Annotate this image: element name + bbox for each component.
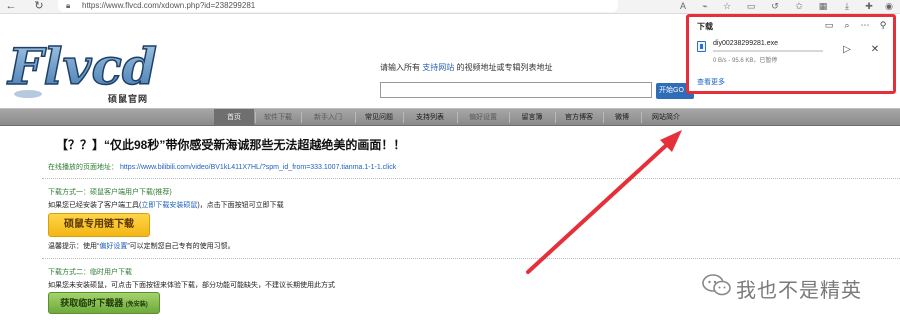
tip-post: ”可以定制您自己专有的使用习惯。 [127,243,235,250]
pin-icon[interactable]: ⚲ [877,19,889,31]
refresh-circle-icon[interactable]: ↺ [768,0,782,13]
downloads-icon[interactable]: ⤓ [840,0,854,13]
logo-subtitle: 硕鼠官网 [108,94,149,104]
text-size-icon[interactable]: A [676,0,690,13]
more-icon[interactable]: ⋯ [859,19,871,31]
download-progress [713,50,823,52]
profile-icon[interactable]: ◉ [882,0,896,13]
downloads-panel: 下载 ▭ ⌕ ⋯ ⚲ diy00238299281.exe 0 B/s - 95… [686,14,896,94]
method1-desc-pre: 如果您已经安装了客户端工具( [48,202,142,209]
cancel-icon[interactable]: ✕ [869,44,881,56]
menu-item-support-list[interactable]: 支持列表 [404,109,456,126]
method1-desc-post: )，点击下面按钮可立即下载 [197,202,284,209]
extensions-icon[interactable]: ✚ [862,0,876,13]
menu-item-guestbook[interactable]: 留言簿 [510,109,554,126]
temp-downloader-label: 获取临时下载器 [60,298,124,308]
menu-item-beginner[interactable]: 新手入门 [302,109,354,126]
watermark-text: 我也不是精英 [736,280,862,302]
wechat-icon [702,274,731,296]
menu-item-about[interactable]: 网站简介 [642,109,690,126]
download-file-name[interactable]: diy00238299281.exe [713,40,778,47]
favorites-icon[interactable]: ✩ [792,0,806,13]
menu-item-faq[interactable]: 常见问题 [356,109,402,126]
address-url: https://www.flvcd.com/xdown.php?id=23829… [82,1,256,10]
folder-icon[interactable]: ▭ [823,19,835,31]
search-prompt-post: 的视频地址或专辑列表地址 [456,63,553,72]
read-aloud-icon[interactable]: ⌁ [698,0,712,13]
see-more-link[interactable]: 查看更多 [697,77,725,87]
divider [42,178,900,179]
search-prompt-pre: 请输入所有 [380,63,420,72]
video-title: 【？？】“仅此98秒”带你感受新海诚那些无法超越绝美的画面！！ [56,138,406,152]
browser-toolbar: ← ↻ 🔒︎ https://www.flvcd.com/xdown.php?i… [0,0,900,14]
downloads-title: 下载 [697,22,713,31]
preference-tip: 温馨提示：使用“偏好设置”可以定制您自己专有的使用习惯。 [48,241,235,251]
client-download-button[interactable]: 硕鼠专用链下载 [48,213,150,237]
download-status: 0 B/s - 95.6 KB，已暂停 [713,58,778,64]
search-prompt: 请输入所有 支持网站 的视频地址或专辑列表地址 [380,62,552,73]
main-menu: 首页 软件下载 新手入门 常见问题 支持列表 偏好设置 留言簿 官方博客 微博 … [0,108,900,126]
file-icon [697,41,706,52]
method2-desc: 如果您未安装硕鼠，可点击下面按钮来体验下载，部分功能可能缺失，不建议长期使用此方… [48,282,335,289]
method1-title: 下载方式一：硕鼠客户端用户下载(推荐) [48,189,172,196]
temp-downloader-note: (免安装) [125,302,148,308]
refresh-icon[interactable]: ↻ [32,0,46,13]
search-icon[interactable]: ⌕ [841,19,853,31]
play-url-link[interactable]: https://www.bilibili.com/video/BV1kL411X… [120,164,396,171]
menu-item-home[interactable]: 首页 [214,109,254,126]
logo-wordmark: Flvcd [6,37,157,96]
sidebar-icon[interactable]: ▭ [744,0,758,13]
video-url-input[interactable] [380,82,652,98]
play-url-row: 在线播放的页面地址： https://www.bilibili.com/vide… [48,162,396,172]
preferences-link[interactable]: 偏好设置 [99,243,127,250]
supported-sites-link[interactable]: 支持网站 [422,63,454,72]
menu-item-blog[interactable]: 官方博客 [556,109,602,126]
menu-item-weibo[interactable]: 微博 [604,109,640,126]
menu-item-preferences[interactable]: 偏好设置 [458,109,508,126]
play-url-label: 在线播放的页面地址： [48,164,118,171]
divider [42,258,900,259]
temp-downloader-button[interactable]: 获取临时下载器 (免安装) [48,292,160,314]
wechat-watermark: 我也不是精英 [702,272,882,302]
resume-icon[interactable]: ▷ [841,44,853,56]
collections-icon[interactable]: ▦ [816,0,830,13]
method2-title: 下载方式二：临时用户下载 [48,269,132,276]
lock-icon[interactable]: 🔒︎ [66,0,70,11]
favorite-add-icon[interactable]: ☆ [720,0,734,13]
back-arrow-icon[interactable]: ← [4,0,18,13]
menu-item-software-download[interactable]: 软件下载 [256,109,300,126]
method1-desc: 如果您已经安装了客户端工具(立即下载安装硕鼠)，点击下面按钮可立即下载 [48,200,284,210]
address-bar[interactable]: 🔒︎ https://www.flvcd.com/xdown.php?id=23… [58,0,618,12]
tip-pre: 温馨提示：使用“ [48,243,100,250]
install-flvcd-link[interactable]: 立即下载安装硕鼠 [141,202,197,209]
